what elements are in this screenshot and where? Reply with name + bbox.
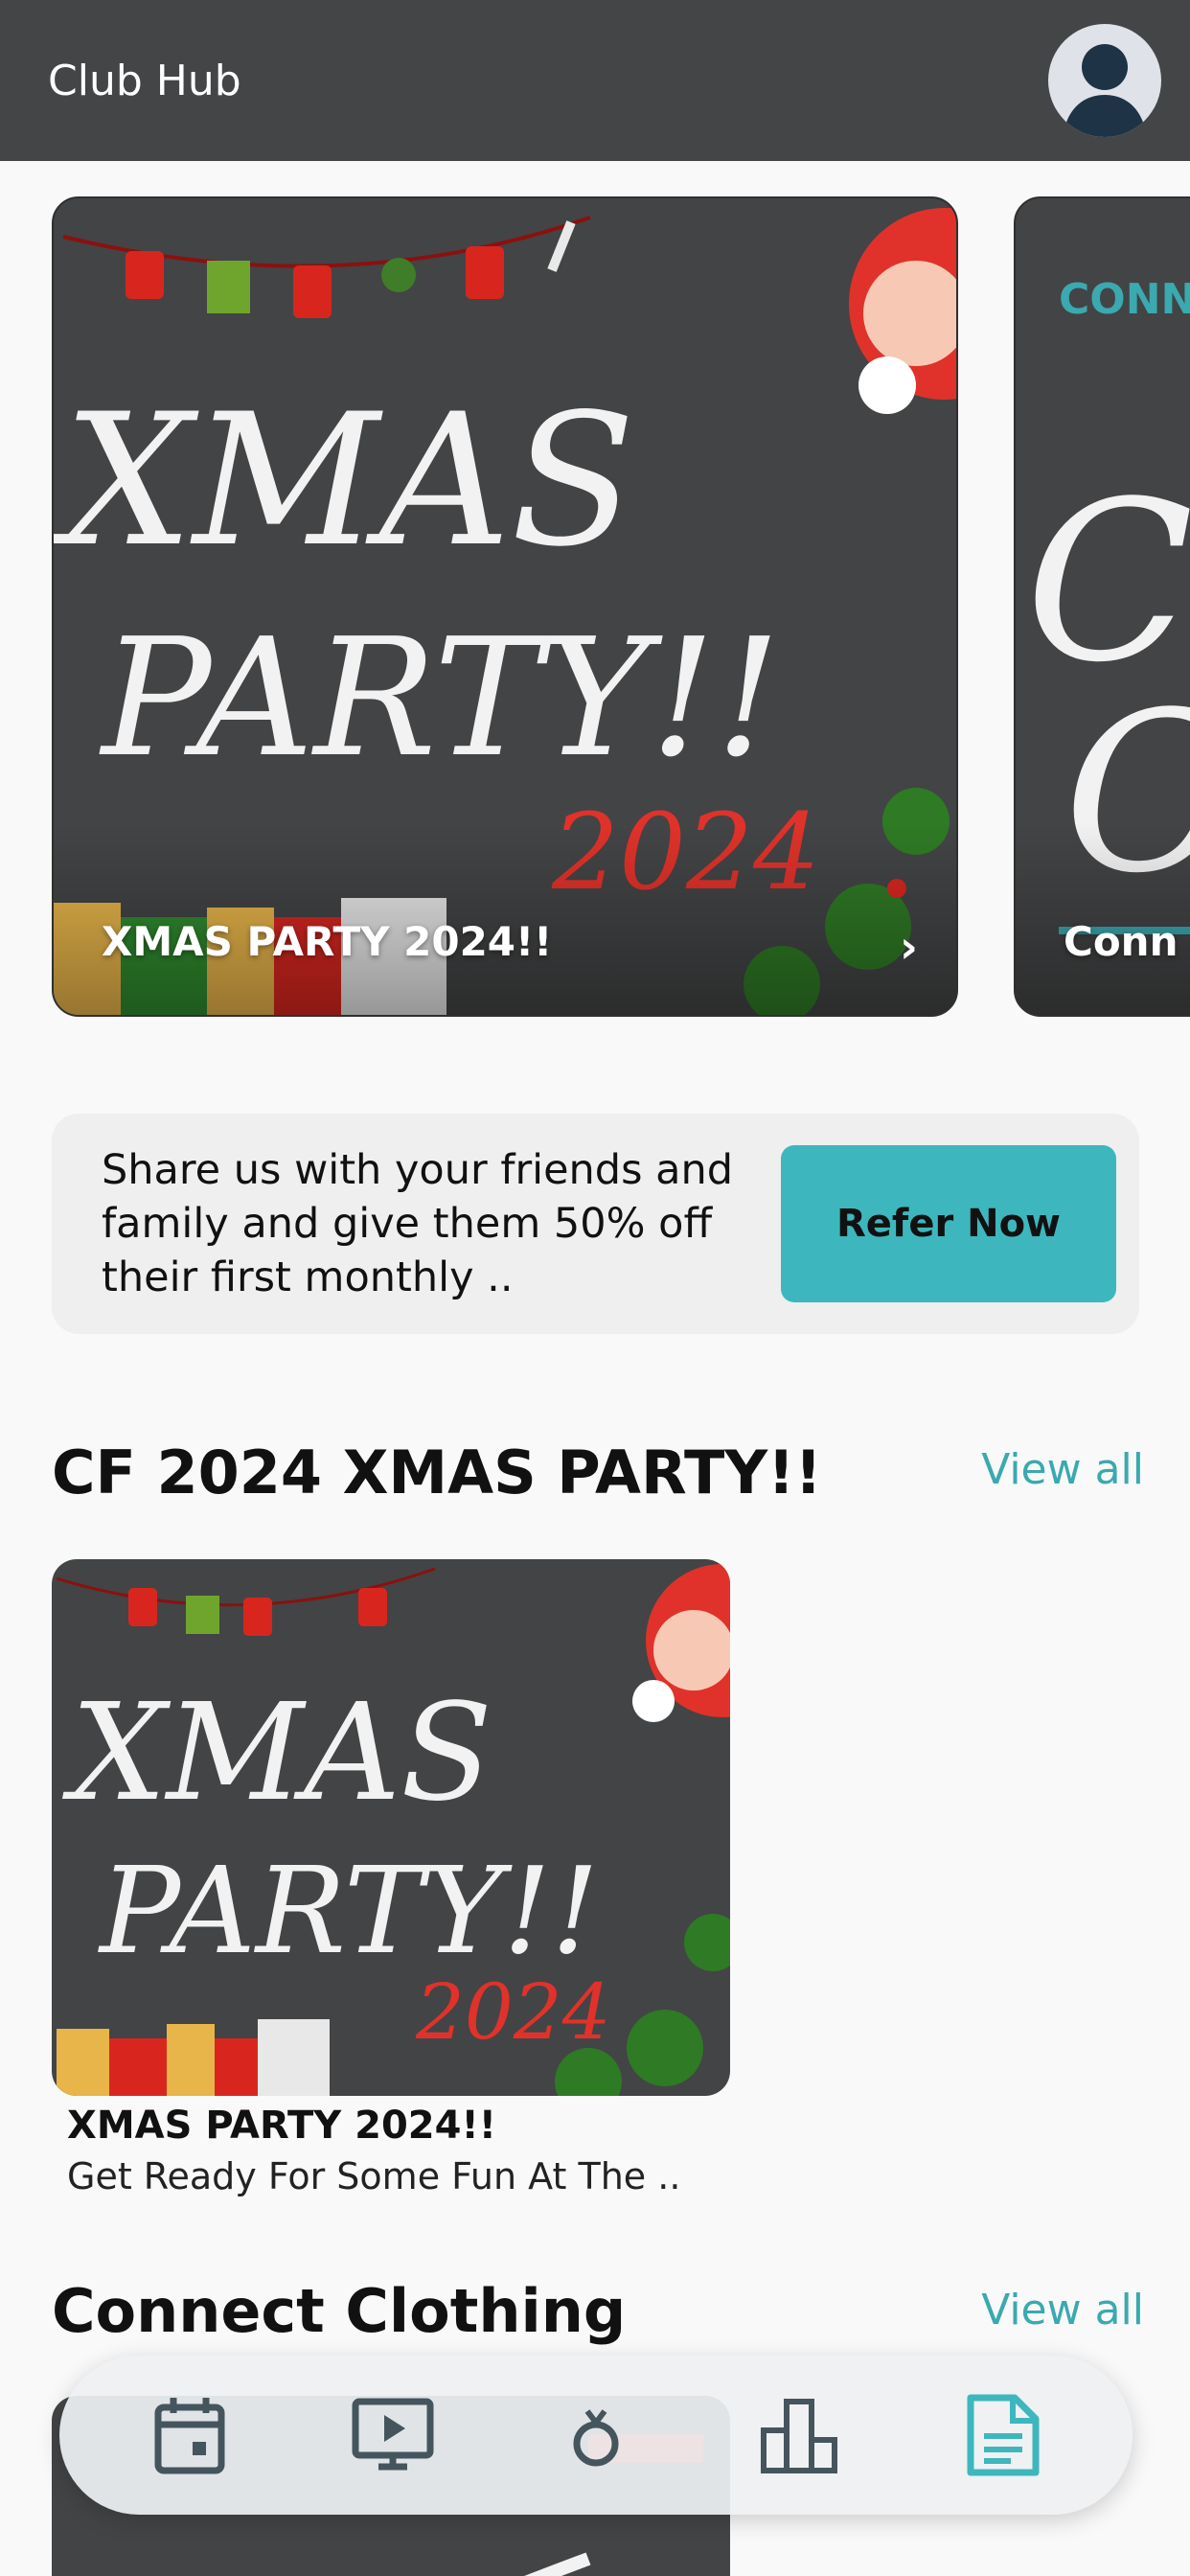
nav-leaderboard[interactable] [746,2382,852,2488]
carousel-card-caption: Conn [1064,918,1179,965]
nav-rewards[interactable] [543,2382,649,2488]
app-header: Club Hub [0,0,1190,161]
featured-carousel[interactable]: XMAS PARTY!! 2024 XMAS PARTY 2024!! › CO… [0,196,1190,1017]
document-icon [967,2394,1040,2476]
nav-documents[interactable] [950,2382,1055,2488]
app-title: Club Hub [48,56,241,105]
referral-banner: Share us with your friends and family an… [52,1114,1139,1334]
video-play-icon [352,2398,434,2471]
ring-icon [573,2409,619,2467]
events-view-all-link[interactable]: View all [981,1445,1144,1494]
art-text-party: PARTY!! [99,604,781,794]
chevron-right-icon[interactable]: › [900,921,918,973]
event-card-image[interactable]: XMAS PARTY!! 2024 [52,1559,730,2096]
event-card-subtitle: Get Ready For Some Fun At The .. [67,2155,681,2197]
nav-videos[interactable] [340,2382,446,2488]
carousel-card-xmas-party[interactable]: XMAS PARTY!! 2024 XMAS PARTY 2024!! › [52,196,958,1017]
bottom-navigation [59,2356,1133,2515]
art-text-connect: CONNE [1059,275,1190,324]
event-card-title[interactable]: XMAS PARTY 2024!! [67,2104,496,2148]
leaderboard-icon [761,2399,837,2473]
art-text-xmas: XMAS [54,375,635,586]
art-text-xmas: XMAS [61,1675,492,1831]
events-section-title: CF 2024 XMAS PARTY!! [52,1438,822,1507]
art-text-party: PARTY!! [98,1842,599,1981]
carousel-card-connect[interactable]: CONNE C C Conn [1014,196,1190,1017]
clothing-section-title: Connect Clothing [52,2276,627,2346]
event-artwork: XMAS PARTY!! 2024 [56,1564,730,2096]
art-text-year: 2024 [415,1967,611,2057]
user-avatar-icon[interactable] [1048,24,1161,137]
referral-text: Share us with your friends and family an… [102,1146,734,1301]
refer-now-button[interactable]: Refer Now [781,1145,1116,1302]
calendar-icon [154,2398,225,2474]
nav-calendar[interactable] [137,2382,242,2488]
carousel-card-caption: XMAS PARTY 2024!! [102,918,553,965]
clothing-view-all-link[interactable]: View all [981,2286,1144,2334]
